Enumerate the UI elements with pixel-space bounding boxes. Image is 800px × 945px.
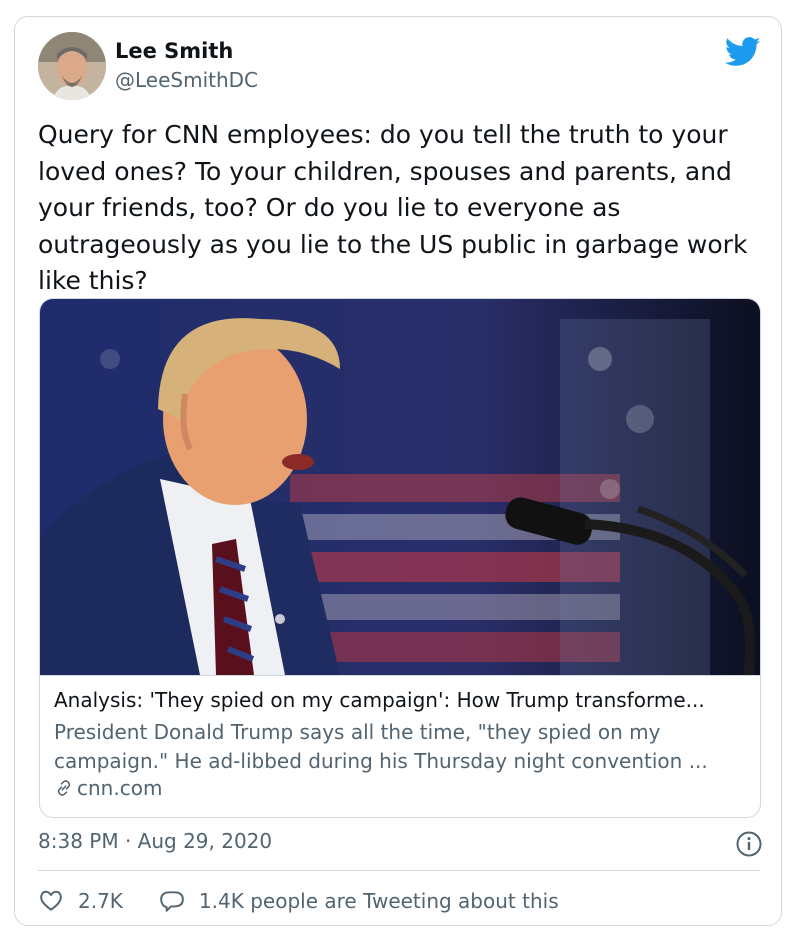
info-icon[interactable] <box>735 830 763 858</box>
divider <box>38 870 760 871</box>
article-photo <box>40 299 760 675</box>
conversation-button[interactable]: 1.4K people are Tweeting about this <box>159 888 559 914</box>
link-icon <box>57 780 71 796</box>
link-preview-meta[interactable]: Analysis: 'They spied on my campaign': H… <box>40 675 760 817</box>
tweet-text: Query for CNN employees: do you tell the… <box>38 120 748 295</box>
link-preview-description: President Donald Trump says all the time… <box>54 720 708 773</box>
conversation-text: 1.4K people are Tweeting about this <box>198 889 559 913</box>
like-count: 2.7K <box>78 889 123 913</box>
avatar[interactable] <box>38 32 106 100</box>
link-preview-domain[interactable]: cnn.com <box>54 776 162 800</box>
link-preview-card[interactable]: Analysis: 'They spied on my campaign': H… <box>39 298 761 818</box>
twitter-bird-icon[interactable] <box>725 37 761 67</box>
link-preview-image[interactable] <box>40 299 760 675</box>
link-preview-title[interactable]: Analysis: 'They spied on my campaign': H… <box>54 688 754 712</box>
speech-bubble-icon <box>160 891 184 912</box>
tweet-card[interactable]: Lee Smith @LeeSmithDC Query for CNN empl… <box>14 16 782 926</box>
tweet-timestamp[interactable]: 8:38 PM · Aug 29, 2020 <box>38 829 272 853</box>
like-button[interactable]: 2.7K <box>38 888 123 914</box>
author-handle[interactable]: @LeeSmithDC <box>115 68 258 92</box>
avatar-image <box>38 32 106 100</box>
link-domain-text: cnn.com <box>77 776 163 800</box>
author-name[interactable]: Lee Smith <box>115 39 233 63</box>
tweet-actions: 2.7K 1.4K people are Tweeting about this <box>38 883 559 919</box>
heart-icon <box>40 890 62 911</box>
